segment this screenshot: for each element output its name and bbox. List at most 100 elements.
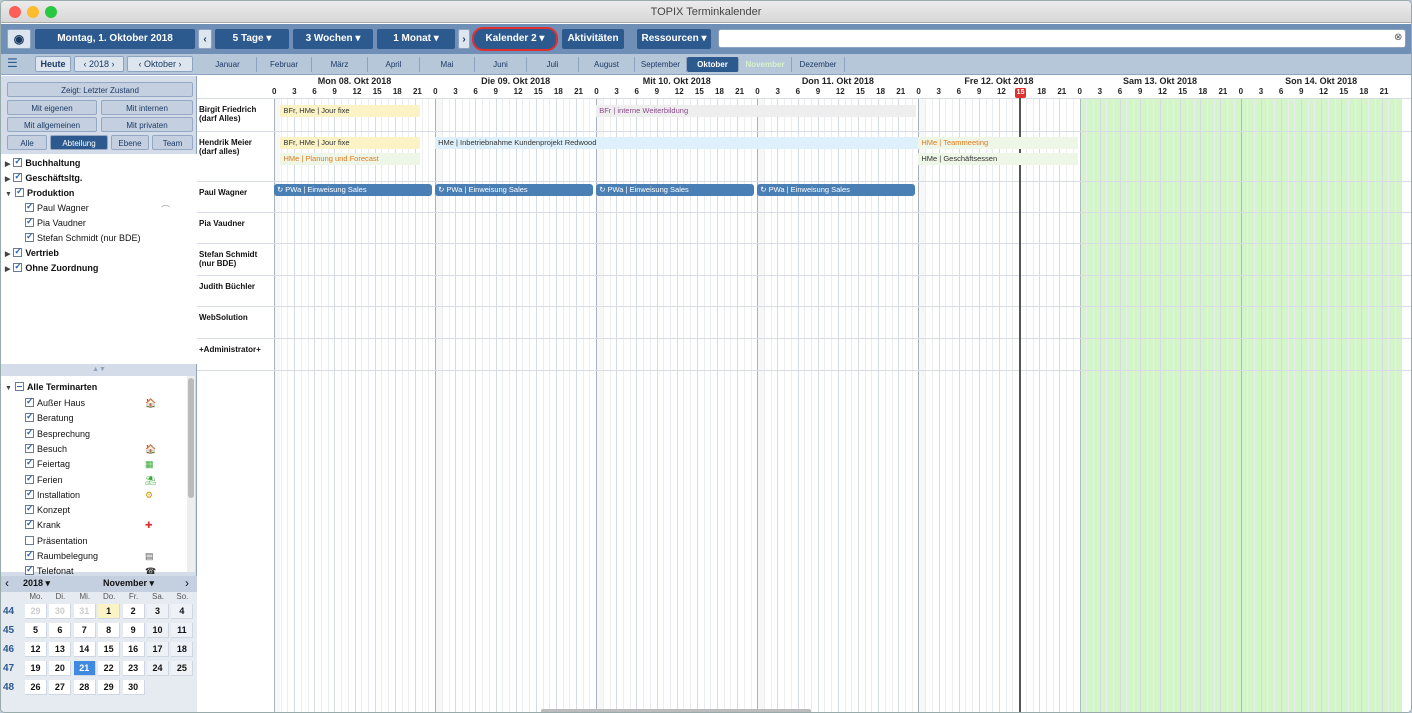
department-item[interactable]: Paul Wagner ⌒ [25,201,170,215]
event-item[interactable]: ↻ PWa | Einweisung Sales [596,184,755,196]
calendar-day[interactable]: 6 [49,623,72,638]
department-checkbox[interactable] [13,246,23,257]
disclosure-arrow-icon[interactable]: ▶ [5,161,10,168]
department-item[interactable]: ▼ Produktion [5,186,74,198]
event-item[interactable]: BFr, HMe | Jour fixe [280,137,421,149]
month-tab-2[interactable]: März [312,57,368,72]
department-checkbox[interactable] [25,231,34,242]
group-department[interactable]: Abteilung [50,135,108,150]
view-5-days[interactable]: 5 Tage ▾ [215,29,289,49]
type-checkbox[interactable] [25,396,34,407]
filter-state-dropdown[interactable]: Zeigt: Letzter Zustand [7,82,193,97]
resources-button[interactable]: Ressourcen ▾ [637,29,711,49]
type-item[interactable]: Raumbelegung ▤ [25,549,154,561]
type-checkbox[interactable] [25,473,34,484]
calendar-2-button[interactable]: Kalender 2 ▾ [472,27,558,51]
department-checkbox[interactable] [13,171,23,182]
splitter-handle[interactable]: ▲▼ [1,366,197,375]
types-header[interactable]: ▼ Alle Terminarten [5,382,97,392]
disclosure-arrow-icon[interactable]: ▶ [5,251,10,258]
month-tab-6[interactable]: Juli [527,57,579,72]
types-all-checkbox[interactable] [14,382,24,391]
calendar-day[interactable]: 13 [49,642,72,657]
calendar-day[interactable]: 8 [98,623,121,638]
calendar-day[interactable]: 9 [122,623,145,638]
department-item[interactable]: Stefan Schmidt (nur BDE) [25,231,141,243]
type-item[interactable]: Feiertag ▦ [25,457,154,469]
calendar-day[interactable]: 28 [73,680,96,695]
calendar-day[interactable]: 7 [73,623,96,638]
department-checkbox[interactable] [13,156,23,167]
type-checkbox[interactable] [25,411,34,423]
month-tab-1[interactable]: Februar [257,57,312,72]
calendar-day[interactable]: 4 [171,604,194,619]
month-tab-10[interactable]: November [739,57,792,72]
month-tab-11[interactable]: Dezember [792,57,845,72]
calendar-day[interactable]: 29 [98,680,121,695]
calendar-day[interactable]: 15 [98,642,121,657]
type-item[interactable]: Besuch 🏠 [25,442,156,454]
types-scrollbar[interactable] [187,376,195,572]
event-item[interactable]: ↻ PWa | Einweisung Sales [435,184,594,196]
department-item[interactable]: ▶ Geschäftsltg. [5,171,82,183]
search-input[interactable] [718,29,1406,48]
group-level[interactable]: Ebene [111,135,149,150]
prev-arrow-icon[interactable]: ‹ [198,29,212,49]
calendar-day[interactable]: 26 [25,680,47,695]
calendar-day[interactable]: 30 [49,604,72,619]
event-item[interactable]: HMe | Teammeeting [918,137,1079,149]
today-button[interactable]: Heute [35,56,71,72]
type-item[interactable]: Krank ✚ [25,518,153,530]
group-all[interactable]: Alle [7,135,47,150]
calendar-day[interactable]: 30 [122,680,145,695]
type-checkbox[interactable] [25,457,34,469]
zoom-window-button[interactable] [45,6,57,18]
calendar-day[interactable]: 12 [25,642,47,657]
calendar-day[interactable]: 10 [147,623,169,638]
type-item[interactable]: Konzept [25,503,70,515]
month-tab-7[interactable]: August [579,57,635,72]
mini-prev-icon[interactable]: ‹ [5,576,9,590]
view-3-weeks[interactable]: 3 Wochen ▾ [293,29,373,49]
close-window-button[interactable] [9,6,21,18]
calendar-day[interactable]: 16 [122,642,145,657]
calendar-day[interactable]: 23 [122,661,145,676]
event-item[interactable]: BFr | interne Weiterbildung [596,105,917,117]
date-button[interactable]: Montag, 1. Oktober 2018 [35,29,195,49]
mini-year-select[interactable]: 2018 ▾ [23,578,50,589]
department-item[interactable]: Pia Vaudner [25,216,86,228]
department-checkbox[interactable] [14,186,24,197]
type-item[interactable]: Beratung [25,411,74,423]
type-item[interactable]: Installation ⚙ [25,488,153,500]
next-arrow-icon[interactable]: › [458,29,470,49]
horizontal-scrollbar[interactable] [541,709,811,712]
calendar-day[interactable]: 1 [98,604,121,619]
type-checkbox[interactable] [25,518,34,530]
event-item[interactable]: BFr, HMe | Jour fixe [280,105,421,117]
calendar-day[interactable]: 24 [147,661,169,676]
calendar-day[interactable]: 21 [73,661,96,676]
year-stepper[interactable]: ‹ 2018 › [74,56,124,72]
filter-internal[interactable]: Mit internen [101,100,193,115]
filter-private[interactable]: Mit privaten [101,117,193,132]
calendar-day[interactable]: 20 [49,661,72,676]
calendar-day[interactable]: 5 [25,623,47,638]
month-tab-4[interactable]: Mai [420,57,475,72]
disclosure-arrow-icon[interactable]: ▼ [5,191,12,198]
type-item[interactable]: Ferien ⛱ [25,473,156,485]
type-checkbox[interactable] [25,488,34,499]
filter-general[interactable]: Mit allgemeinen [7,117,97,132]
calendar-day[interactable]: 18 [171,642,194,657]
calendar-day[interactable]: 14 [73,642,96,657]
calendar-day[interactable]: 22 [98,661,121,676]
calendar-day[interactable]: 11 [171,623,194,638]
department-checkbox[interactable] [25,216,34,227]
calendar-day[interactable]: 31 [73,604,96,619]
month-tab-9[interactable]: Oktober [687,57,739,72]
calendar-day[interactable]: 25 [171,661,194,676]
department-checkbox[interactable] [25,201,34,212]
disclosure-arrow-icon[interactable]: ▶ [5,176,10,183]
type-checkbox[interactable] [25,535,34,545]
type-checkbox[interactable] [25,564,34,576]
calendar-day[interactable]: 3 [147,604,169,619]
